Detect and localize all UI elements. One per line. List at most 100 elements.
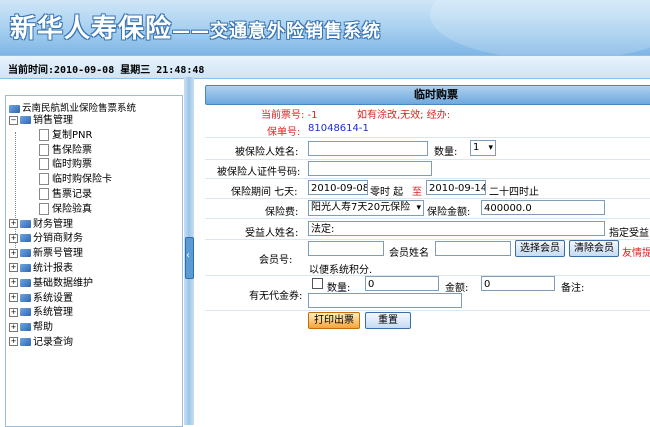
sidebar-group-sales[interactable]: − 销售管理 <box>9 114 112 129</box>
member-hint: 友情提 <box>622 248 650 259</box>
divider <box>205 137 650 138</box>
collapse-icon[interactable]: − <box>9 115 18 125</box>
sidebar-item-verify[interactable]: 保险验真 <box>9 202 112 218</box>
expand-icon[interactable]: + <box>9 307 18 317</box>
current-ticket-label: 当前票号: -1 <box>261 110 318 121</box>
page-icon <box>39 202 49 215</box>
book-icon <box>20 249 31 258</box>
insured-id-input[interactable] <box>308 161 432 176</box>
member-name-input[interactable] <box>435 241 511 256</box>
end-suffix: 二十四时止 <box>489 187 539 198</box>
sidebar-item-temp-card[interactable]: 临时购保险卡 <box>9 173 112 188</box>
sidebar-group-admin[interactable]: + 系统管理 <box>9 306 112 321</box>
voucher-amount-input[interactable]: 0 <box>481 276 555 291</box>
sidebar-item-copy-pnr[interactable]: 复制PNR <box>9 128 112 144</box>
insured-id-label: 被保险人证件号码: <box>217 167 301 178</box>
book-icon <box>20 337 31 346</box>
beneficiary-label: 受益人姓名: <box>245 228 299 239</box>
sidebar-group-distributor-finance[interactable]: + 分销商财务 <box>9 232 112 247</box>
expand-icon[interactable]: + <box>9 337 18 347</box>
book-icon <box>20 293 31 302</box>
premium-select[interactable]: 阳光人寿7天20元保险 <box>308 200 424 216</box>
clear-member-button[interactable]: 清除会员 <box>569 240 619 257</box>
expand-icon[interactable]: + <box>9 233 18 243</box>
expand-icon[interactable]: + <box>9 322 18 332</box>
member-name-label: 会员姓名 <box>389 248 429 259</box>
divider <box>205 198 650 199</box>
app-header: 新华人寿保险——交通意外险销售系统 <box>0 0 650 55</box>
collapse-sidebar-icon[interactable] <box>185 237 194 279</box>
system-icon <box>9 104 20 113</box>
insured-name-input[interactable] <box>308 141 428 156</box>
divider <box>205 178 650 179</box>
sidebar-item-sales-record[interactable]: 售票记录 <box>9 187 112 203</box>
app-title: 新华人寿保险——交通意外险销售系统 <box>10 8 381 45</box>
sidebar-tree: 云南民航凯业保险售票系统 − 销售管理 复制PNR 售保险票 临时购票 临时购保险… <box>5 95 183 427</box>
expand-icon[interactable]: + <box>9 219 18 229</box>
tree-list: − 销售管理 复制PNR 售保险票 临时购票 临时购保险卡 售票记录 保险验真 +… <box>9 114 112 351</box>
sidebar-item-temp-buy[interactable]: 临时购票 <box>9 158 112 173</box>
end-date-input[interactable]: 2010-09-14 <box>426 180 486 195</box>
divider <box>205 218 650 219</box>
insured-name-label: 被保险人姓名: <box>235 147 299 158</box>
divider <box>205 310 650 311</box>
temp-purchase-panel: 临时购票 当前票号: -1 如有涂改,无效; 经办: 保单号: 81048614… <box>205 85 650 335</box>
sidebar-group-settings[interactable]: + 系统设置 <box>9 292 112 307</box>
premium-label: 保险费: <box>265 207 299 218</box>
print-ticket-button[interactable]: 打印出票 <box>308 312 360 329</box>
remark-input[interactable] <box>308 293 462 308</box>
member-no-label: 会员号: <box>259 255 293 266</box>
sidebar-group-help[interactable]: + 帮助 <box>9 321 112 336</box>
sidebar-group-ticket-no[interactable]: + 新票号管理 <box>9 247 112 262</box>
page-icon <box>39 128 49 141</box>
book-icon <box>20 234 31 243</box>
quantity-select[interactable]: 1 <box>470 140 496 156</box>
page-icon <box>39 143 49 156</box>
warning-text: 如有涂改,无效; 经办: <box>357 110 451 121</box>
book-icon <box>20 219 31 228</box>
quantity-label: 数量: <box>434 147 458 158</box>
expand-icon[interactable]: + <box>9 293 18 303</box>
sidebar-splitter[interactable] <box>184 77 194 425</box>
amount-label: 保险金额: <box>427 207 471 218</box>
panel-title: 临时购票 <box>205 85 650 105</box>
to-label: 至 <box>412 187 422 198</box>
amount-input[interactable]: 400000.0 <box>481 200 605 215</box>
voucher-qty-input[interactable]: 0 <box>365 276 439 291</box>
divider <box>205 159 650 160</box>
sidebar-group-records[interactable]: + 记录查询 <box>9 336 112 351</box>
member-no-input[interactable] <box>308 241 384 256</box>
start-date-input[interactable]: 2010-09-08 <box>308 180 368 195</box>
book-icon <box>20 278 31 287</box>
voucher-checkbox[interactable] <box>312 278 323 289</box>
current-time: 当前时间:2010-09-08 星期三 21:48:48 <box>8 65 205 76</box>
voucher-label: 有无代金券: <box>249 291 303 302</box>
book-icon <box>20 308 31 317</box>
reset-button[interactable]: 重置 <box>365 312 411 329</box>
tree-root[interactable]: 云南民航凯业保险售票系统 <box>9 100 136 114</box>
start-suffix: 零时 起 <box>370 187 404 198</box>
expand-icon[interactable]: + <box>9 248 18 258</box>
expand-icon[interactable]: + <box>9 263 18 273</box>
voucher-qty-label: 数量: <box>327 283 351 294</box>
expand-icon[interactable]: + <box>9 278 18 288</box>
page-icon <box>39 173 49 186</box>
voucher-amount-label: 金额: <box>445 283 469 294</box>
page-icon <box>39 158 49 171</box>
system-subtitle: ——交通意外险销售系统 <box>172 21 382 42</box>
book-icon <box>20 116 31 124</box>
remark-label: 备注: <box>561 283 585 294</box>
beneficiary-note: 指定受益 <box>609 228 649 239</box>
brand-title: 新华人寿保险 <box>10 14 173 44</box>
book-icon <box>20 263 31 272</box>
select-member-button[interactable]: 选择会员 <box>515 240 565 257</box>
sidebar-group-reports[interactable]: + 统计报表 <box>9 262 112 277</box>
book-icon <box>20 323 31 332</box>
sidebar-group-finance[interactable]: + 财务管理 <box>9 218 112 233</box>
header-decoration <box>430 0 650 55</box>
sidebar-group-base-data[interactable]: + 基础数据维护 <box>9 277 112 292</box>
beneficiary-input[interactable]: 法定: <box>308 221 605 236</box>
period-label: 保险期间 七天: <box>231 187 298 198</box>
policy-label: 保单号: <box>267 127 301 138</box>
sidebar-item-sell-ticket[interactable]: 售保险票 <box>9 143 112 159</box>
